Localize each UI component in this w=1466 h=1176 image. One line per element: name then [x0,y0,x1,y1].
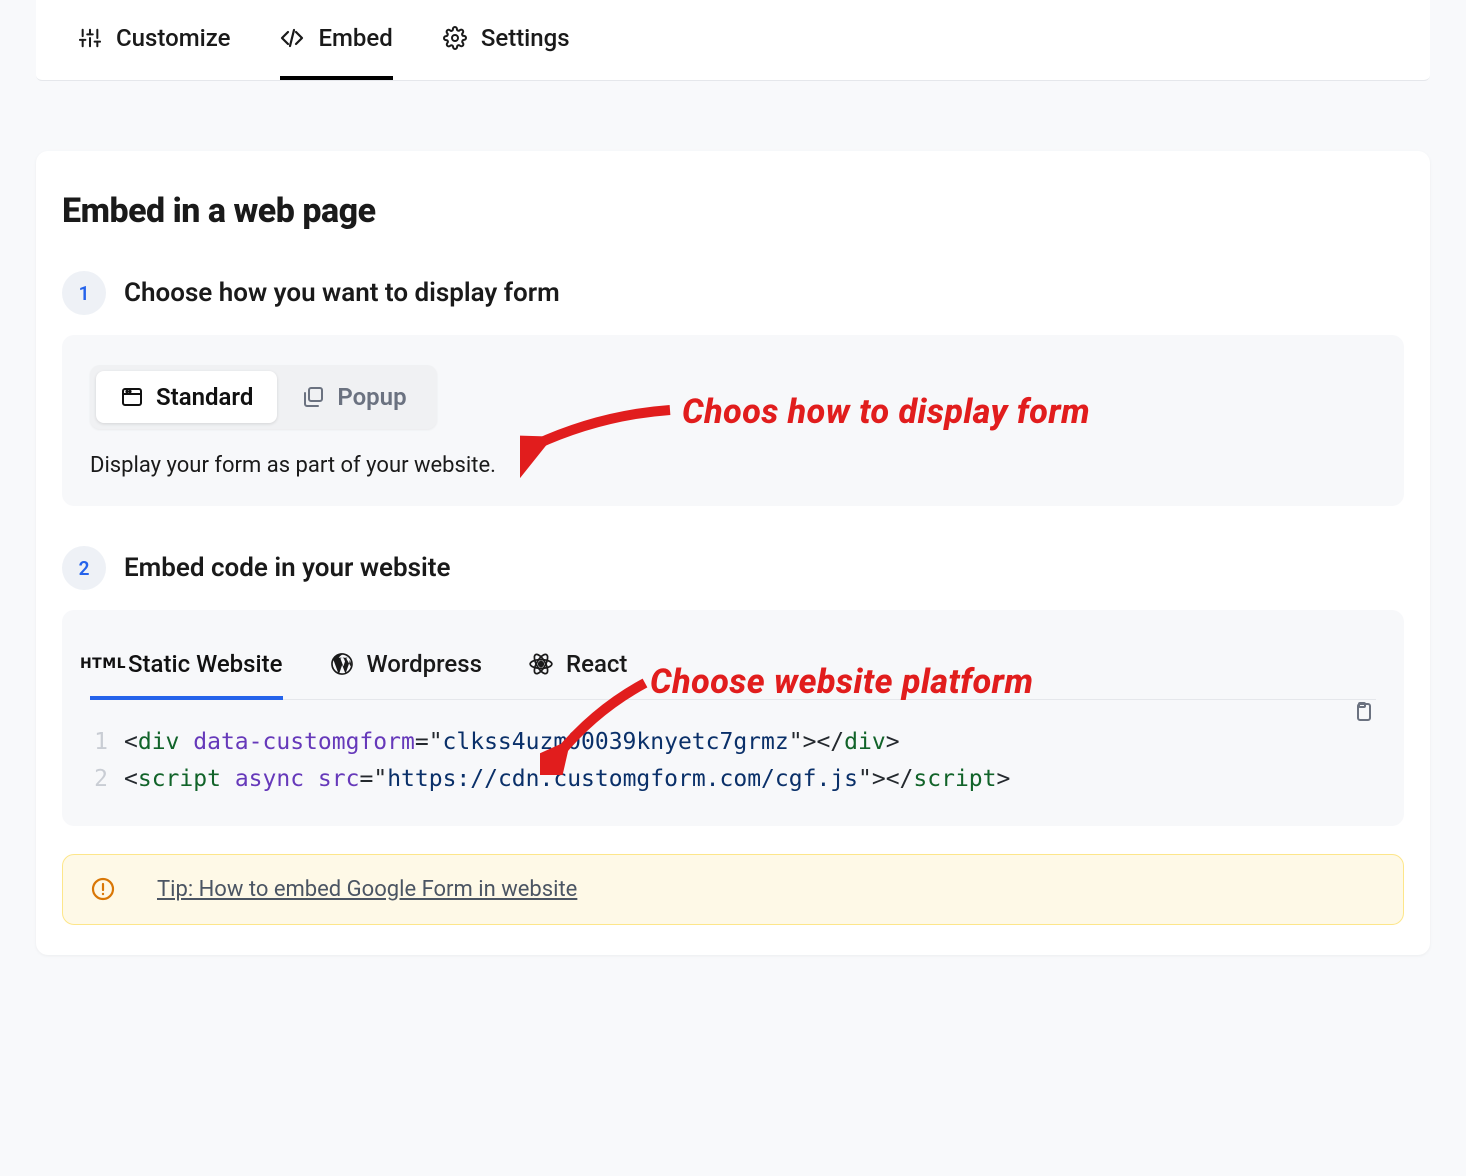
html-icon: HTML [90,651,116,677]
segment-popup[interactable]: Popup [277,371,430,423]
tab-customize[interactable]: Customize [78,0,230,80]
tip-box: Tip: How to embed Google Form in website [62,854,1404,925]
step-2-header: 2 Embed code in your website [62,546,1404,590]
step-1-title: Choose how you want to display form [124,278,560,308]
page-title: Embed in a web page [62,191,1404,231]
code-content: <div data-customgform="clkss4uzm00039kny… [124,724,900,761]
platform-tab-static[interactable]: HTML Static Website [90,636,283,700]
segment-label: Standard [156,383,253,411]
display-option-description: Display your form as part of your websit… [90,453,1376,478]
platform-tab-wordpress[interactable]: Wordpress [329,636,482,700]
code-block: 1 <div data-customgform="clkss4uzm00039k… [90,724,1376,798]
alert-icon [91,877,115,901]
sliders-icon [78,26,102,50]
code-line-1: 1 <div data-customgform="clkss4uzm00039k… [90,724,1376,761]
platform-tabs: HTML Static Website Wordpress React [90,636,1376,700]
step-2-title: Embed code in your website [124,553,451,583]
step-number-1: 1 [62,271,106,315]
step-1-header: 1 Choose how you want to display form [62,271,1404,315]
segment-standard[interactable]: Standard [96,371,277,423]
embed-code-box: HTML Static Website Wordpress React 1 [62,610,1404,826]
platform-tab-label: React [566,650,627,678]
line-number: 2 [90,761,124,798]
code-icon [280,26,304,50]
tab-label: Embed [318,24,392,52]
segment-label: Popup [337,383,406,411]
main-card: Embed in a web page 1 Choose how you wan… [36,151,1430,955]
tab-embed[interactable]: Embed [280,0,392,80]
tip-link[interactable]: Tip: How to embed Google Form in website [157,877,577,902]
platform-tab-label: Static Website [128,650,283,678]
window-icon [120,385,144,409]
popup-icon [301,385,325,409]
platform-tab-label: Wordpress [367,650,482,678]
code-content: <script async src="https://cdn.customgfo… [124,761,1010,798]
display-option-box: Standard Popup Display your form as part… [62,335,1404,506]
gear-icon [443,26,467,50]
step-number-2: 2 [62,546,106,590]
tab-label: Settings [481,24,570,52]
react-icon [528,651,554,677]
code-line-2: 2 <script async src="https://cdn.customg… [90,761,1376,798]
top-tabs: Customize Embed Settings [36,0,1430,81]
copy-button[interactable] [1350,700,1378,728]
tab-label: Customize [116,24,230,52]
platform-tab-react[interactable]: React [528,636,627,700]
wordpress-icon [329,651,355,677]
tab-settings[interactable]: Settings [443,0,570,80]
line-number: 1 [90,724,124,761]
display-mode-segmented: Standard Popup [90,365,437,429]
